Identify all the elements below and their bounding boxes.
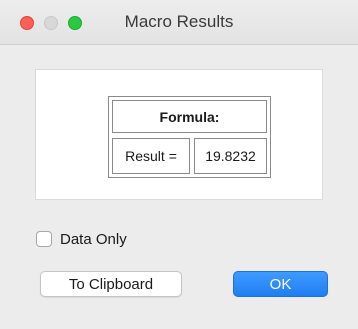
- title-bar[interactable]: Macro Results: [0, 0, 358, 45]
- formula-table: Formula: Result = 19.8232: [108, 96, 271, 178]
- data-only-checkbox[interactable]: [36, 231, 52, 247]
- results-panel: Formula: Result = 19.8232: [35, 69, 323, 200]
- data-only-label[interactable]: Data Only: [60, 231, 127, 248]
- formula-header: Formula:: [112, 100, 267, 133]
- data-only-option[interactable]: Data Only: [36, 229, 127, 249]
- result-label: Result =: [112, 138, 190, 174]
- result-value: 19.8232: [194, 138, 267, 174]
- macro-results-dialog: Macro Results Formula: Result = 19.8232 …: [0, 0, 358, 329]
- ok-button[interactable]: OK: [233, 271, 328, 297]
- window-title: Macro Results: [124, 12, 234, 31]
- to-clipboard-button[interactable]: To Clipboard: [40, 271, 182, 297]
